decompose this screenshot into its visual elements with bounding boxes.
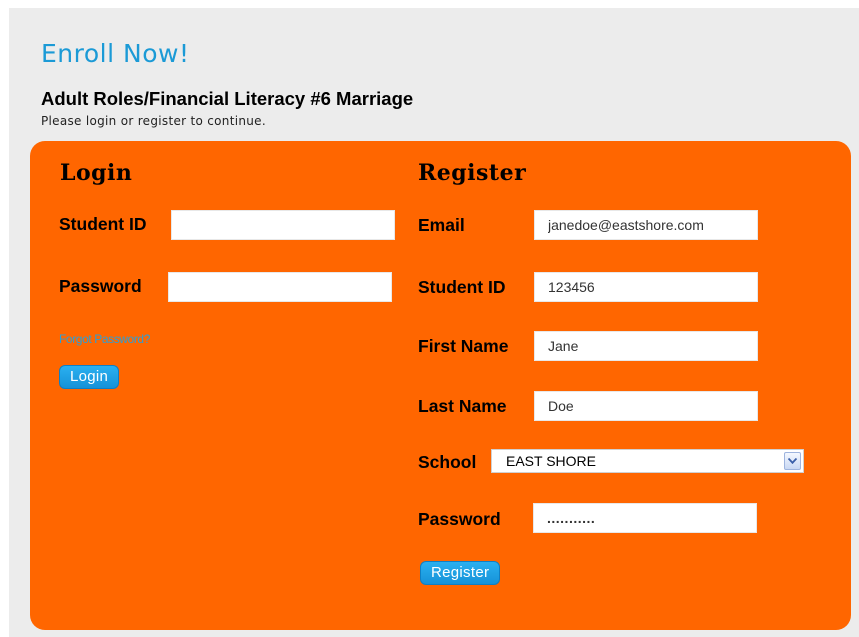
login-heading: Login <box>60 160 133 186</box>
chevron-down-icon[interactable] <box>784 452 801 470</box>
login-password-label: Password <box>59 276 142 296</box>
register-school-label: School <box>418 452 477 472</box>
school-select-value: EAST SHORE <box>506 453 596 469</box>
register-student-id-input[interactable] <box>534 272 758 302</box>
register-email-label: Email <box>418 215 465 235</box>
login-student-id-label: Student ID <box>59 214 147 234</box>
page-subtitle: Please login or register to continue. <box>41 114 266 128</box>
register-heading: Register <box>418 160 527 186</box>
login-student-id-input[interactable] <box>171 210 395 240</box>
page-title: Enroll Now! <box>41 39 190 68</box>
register-last-name-label: Last Name <box>418 396 507 416</box>
register-button[interactable]: Register <box>420 561 501 585</box>
forgot-password-link[interactable]: Forgot Password? <box>59 332 150 346</box>
register-first-name-label: First Name <box>418 336 509 356</box>
register-email-input[interactable] <box>534 210 758 240</box>
register-first-name-input[interactable] <box>534 331 758 361</box>
login-button[interactable]: Login <box>59 365 120 389</box>
register-student-id-label: Student ID <box>418 277 506 297</box>
register-password-input[interactable] <box>533 503 757 533</box>
register-last-name-input[interactable] <box>534 391 758 421</box>
register-password-label: Password <box>418 509 501 529</box>
login-password-input[interactable] <box>168 272 392 302</box>
course-title: Adult Roles/Financial Literacy #6 Marria… <box>41 88 414 109</box>
school-select[interactable]: EAST SHORE <box>491 449 804 473</box>
